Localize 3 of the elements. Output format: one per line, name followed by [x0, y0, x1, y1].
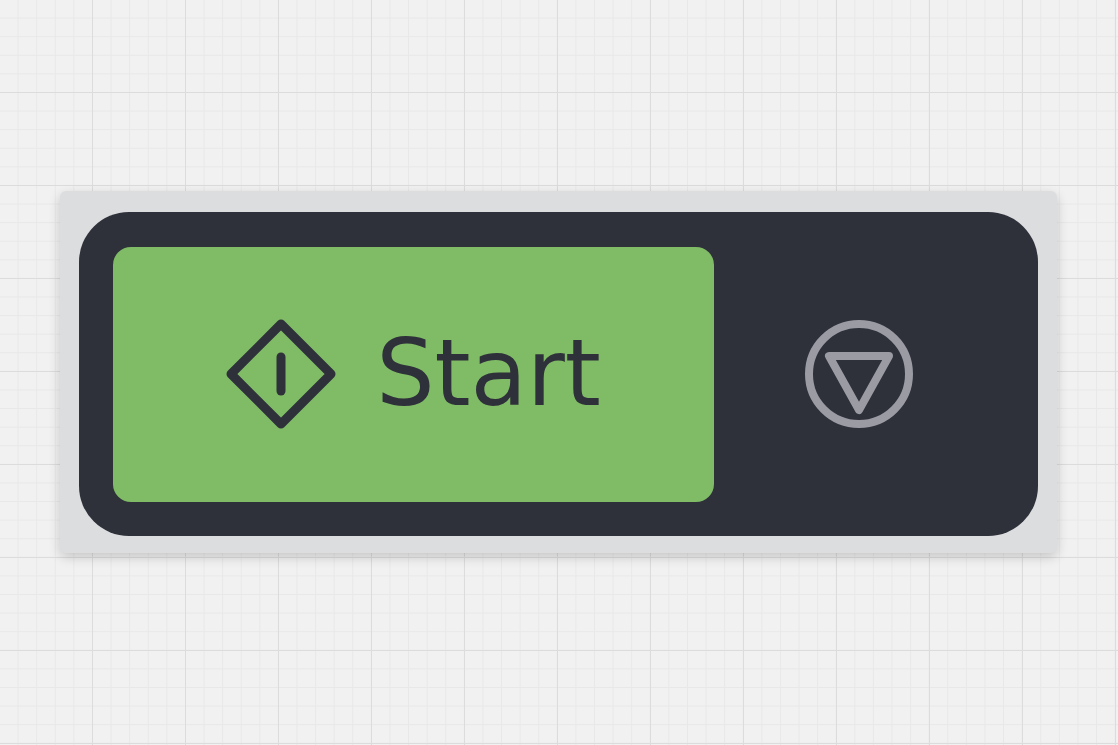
triangle-circle-icon: [803, 318, 915, 430]
power-diamond-icon: [226, 319, 337, 429]
start-button[interactable]: Start: [113, 246, 714, 502]
